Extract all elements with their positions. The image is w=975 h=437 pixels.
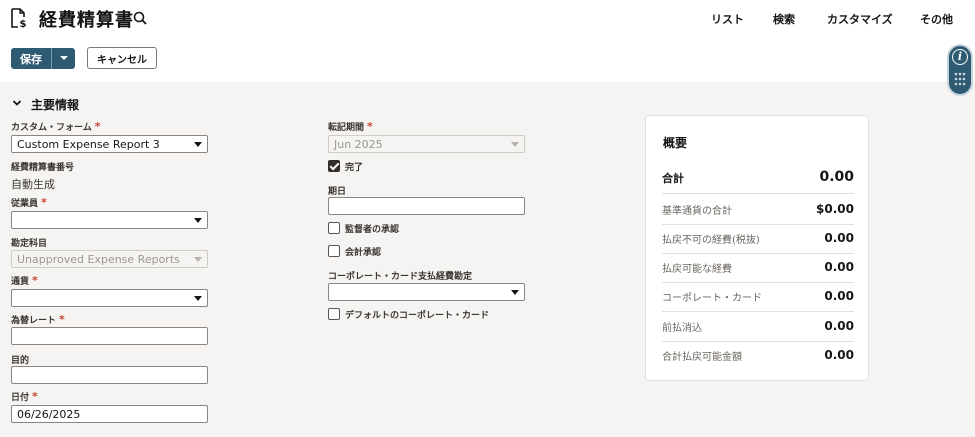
dropdown-arrow-icon — [194, 296, 202, 301]
corp-card-account-label: コーポレート・カード支払経費勘定 — [328, 272, 473, 282]
divider — [662, 341, 854, 342]
divider — [662, 311, 854, 312]
chevron-down-icon — [60, 56, 68, 60]
summary-row-value: 0.00 — [824, 260, 854, 274]
summary-row-value: $0.00 — [816, 202, 854, 216]
dropdown-arrow-icon — [194, 218, 202, 223]
action-bar: 保存 キャンセル — [0, 38, 975, 82]
supervisor-approval-checkbox[interactable] — [328, 222, 340, 234]
expense-document-icon: $ — [11, 8, 27, 28]
nav-list[interactable]: リスト — [711, 11, 744, 27]
dropdown-arrow-icon — [511, 142, 519, 147]
due-date-input[interactable] — [328, 197, 525, 215]
posting-period-select: Jun 2025 — [328, 135, 525, 153]
employee-select[interactable] — [11, 211, 208, 229]
nav-customize[interactable]: カスタマイズ — [827, 11, 893, 27]
divider — [662, 253, 854, 254]
exchange-rate-label: 為替レート * — [11, 313, 65, 326]
nav-more[interactable]: その他 — [920, 11, 953, 27]
dropdown-arrow-icon — [511, 290, 519, 295]
report-number-value: 自動生成 — [11, 178, 55, 191]
purpose-input[interactable] — [11, 366, 208, 384]
default-corp-card-checkbox[interactable] — [328, 308, 340, 320]
supervisor-approval-label: 監督者の承認 — [345, 225, 400, 235]
account-select: Unapproved Expense Reports — [11, 250, 208, 268]
summary-total-label: 合計 — [662, 172, 684, 185]
accounting-approval-label: 会計承認 — [345, 248, 382, 258]
corp-card-account-select[interactable] — [328, 283, 525, 301]
date-label: 日付 * — [11, 390, 38, 403]
currency-select[interactable] — [11, 289, 208, 307]
cancel-button[interactable]: キャンセル — [87, 47, 157, 69]
divider — [662, 282, 854, 283]
page-title: 経費精算書 — [39, 10, 134, 31]
search-icon[interactable] — [133, 11, 147, 25]
dropdown-arrow-icon — [194, 142, 202, 147]
summary-title: 概要 — [663, 136, 688, 150]
posting-period-label: 転記期間 * — [328, 120, 373, 133]
section-title: 主要情報 — [31, 98, 80, 112]
accounting-approval-checkbox[interactable] — [328, 245, 340, 257]
divider — [662, 193, 854, 194]
exchange-rate-input[interactable] — [11, 327, 208, 345]
summary-row-label: 合計払戻可能金額 — [662, 352, 742, 363]
collapse-chevron-icon[interactable] — [12, 98, 22, 108]
custom-form-select[interactable]: Custom Expense Report 3 — [11, 135, 208, 153]
info-icon: i — [952, 49, 968, 65]
svg-text:$: $ — [20, 19, 27, 28]
save-options-button[interactable] — [51, 48, 75, 69]
report-number-label: 経費精算書番号 — [11, 163, 75, 173]
summary-row-value: 0.00 — [824, 319, 854, 333]
summary-row-value: 0.00 — [824, 231, 854, 245]
drag-handle-icon — [954, 72, 966, 86]
due-date-label: 期日 — [328, 187, 347, 197]
summary-row-label: コーポレート・カード — [662, 293, 762, 304]
complete-checkbox[interactable] — [328, 160, 340, 172]
purpose-label: 目的 — [11, 356, 30, 366]
currency-label: 通貨 * — [11, 274, 38, 287]
employee-label: 従業員 * — [11, 196, 47, 209]
custom-form-label: カスタム・フォーム * — [11, 120, 101, 133]
date-input[interactable]: 06/26/2025 — [11, 405, 208, 423]
nav-search[interactable]: 検索 — [773, 11, 795, 27]
summary-row-label: 前払消込 — [662, 323, 702, 334]
account-label: 勘定科目 — [11, 239, 48, 249]
divider — [662, 224, 854, 225]
default-corp-card-label: デフォルトのコーポレート・カード — [345, 311, 490, 321]
top-bar: $ 経費精算書 リスト 検索 カスタマイズ その他 — [0, 0, 975, 38]
info-panel-tab[interactable]: i — [947, 44, 973, 96]
complete-label: 完了 — [345, 163, 364, 173]
summary-card: 概要 合計 0.00 基準通貨の合計 $0.00 払戻不可の経費(税抜) 0.0… — [645, 115, 869, 381]
summary-row-value: 0.00 — [824, 289, 854, 303]
save-button-group: 保存 — [11, 48, 75, 69]
dropdown-arrow-icon — [194, 257, 202, 262]
summary-row-label: 基準通貨の合計 — [662, 206, 732, 217]
summary-total-value: 0.00 — [819, 169, 854, 185]
save-button[interactable]: 保存 — [11, 48, 51, 69]
summary-row-value: 0.00 — [824, 348, 854, 362]
summary-row-label: 払戻可能な経費 — [662, 264, 732, 275]
summary-row-label: 払戻不可の経費(税抜) — [662, 235, 760, 246]
